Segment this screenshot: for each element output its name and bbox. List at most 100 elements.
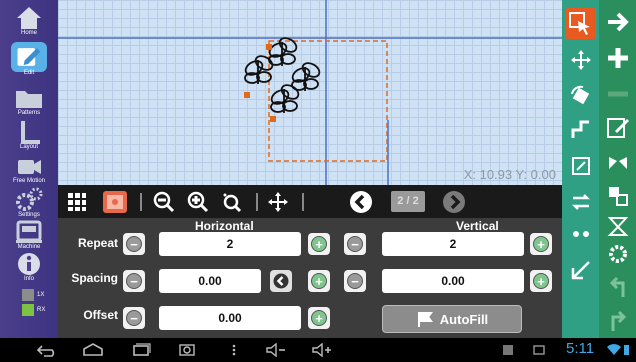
format-swatch — [22, 289, 34, 301]
edit-text-button[interactable] — [602, 112, 633, 143]
handle-left — [244, 92, 250, 98]
format-1x[interactable]: 1X — [22, 289, 44, 301]
remove-button[interactable] — [602, 78, 633, 109]
app-window: { "sidebar": { "items": [ {"label": "Hom… — [0, 0, 636, 362]
home-icon — [17, 7, 41, 29]
machine-icon — [16, 220, 42, 243]
v-repeat-decrement[interactable]: − — [344, 233, 366, 255]
next-button[interactable] — [602, 6, 633, 37]
format-rx[interactable]: RX — [22, 304, 45, 316]
chevron-left-icon — [273, 273, 289, 289]
sidebar-item-edit[interactable]: Edit — [6, 42, 52, 76]
shape-icon — [607, 216, 628, 236]
h-repeat-decrement[interactable]: − — [123, 233, 145, 255]
minus-icon: − — [347, 236, 363, 252]
home-button[interactable] — [78, 341, 108, 359]
pointer-icon — [568, 11, 590, 35]
h-spacing-decrement[interactable]: − — [123, 270, 145, 292]
zoom-in-icon — [187, 191, 209, 212]
crop-icon — [571, 156, 590, 175]
hoop-toggle[interactable] — [100, 188, 130, 215]
rotate-tool[interactable] — [565, 80, 596, 111]
points-icon — [572, 230, 589, 237]
line-tool[interactable] — [565, 254, 596, 285]
resize-tool[interactable] — [565, 114, 596, 145]
undo-button[interactable] — [602, 270, 633, 301]
previous-page-button[interactable] — [346, 188, 376, 215]
minus-icon: − — [126, 310, 142, 326]
sidebar-item-home[interactable]: Home — [6, 4, 52, 36]
h-repeat-increment[interactable]: + — [308, 233, 330, 255]
crop-tool[interactable] — [565, 150, 596, 181]
sidebar-item-free-motion[interactable]: Free Motion — [6, 152, 52, 184]
info-icon — [18, 253, 40, 275]
flip-button[interactable] — [602, 180, 633, 211]
move-tool[interactable] — [565, 44, 596, 75]
points-tool[interactable] — [565, 218, 596, 249]
group-button[interactable] — [602, 238, 633, 269]
next-page-button[interactable] — [439, 188, 469, 215]
minus-icon: − — [126, 236, 142, 252]
arrow-right-icon — [607, 12, 629, 31]
chevron-left-icon — [350, 190, 372, 213]
handle-top-left — [266, 44, 272, 50]
page-indicator: 2 / 2 — [391, 191, 425, 212]
sidebar-item-label: Free Motion — [12, 178, 45, 184]
mirror-button[interactable] — [602, 146, 633, 177]
tool-column — [562, 0, 599, 338]
add-button[interactable] — [602, 42, 633, 73]
back-icon — [36, 345, 55, 357]
design-canvas[interactable]: X: 10.93 Y: 0.00 — [58, 0, 562, 185]
h-offset-increment[interactable]: + — [308, 307, 330, 329]
redo-button[interactable] — [602, 304, 633, 335]
zoom-out-icon — [153, 191, 175, 212]
back-button[interactable] — [30, 341, 60, 359]
zoom-in-button[interactable] — [184, 188, 212, 215]
layout-icon — [21, 121, 40, 144]
window-icon — [533, 345, 545, 355]
h-repeat-field[interactable]: 2 — [159, 232, 301, 256]
zoom-fit-button[interactable] — [218, 188, 246, 215]
grid-toggle[interactable] — [64, 188, 90, 215]
action-column — [599, 0, 636, 338]
canvas-drawing — [58, 0, 562, 185]
minus-icon — [607, 91, 628, 96]
pan-button[interactable] — [264, 188, 292, 215]
toolbar-divider — [302, 193, 304, 211]
volume-down-button[interactable] — [262, 341, 290, 359]
sidebar-item-info[interactable]: Info — [6, 250, 52, 282]
v-repeat-increment[interactable]: + — [530, 233, 552, 255]
vertical-header: Vertical — [456, 219, 499, 233]
resize-icon — [571, 120, 589, 138]
hoop-icon — [103, 190, 127, 213]
v-spacing-decrement[interactable]: − — [344, 270, 366, 292]
sidebar-item-patterns[interactable]: Patterns — [6, 84, 52, 116]
sidebar-item-machine[interactable]: Machine — [6, 218, 52, 250]
v-spacing-increment[interactable]: + — [530, 270, 552, 292]
spacing-label: Spacing — [71, 271, 118, 285]
swap-tool[interactable] — [565, 186, 596, 217]
spacing-link-button[interactable] — [270, 270, 292, 292]
zoom-out-button[interactable] — [150, 188, 178, 215]
shape-button[interactable] — [602, 210, 633, 241]
recents-button[interactable] — [126, 341, 156, 359]
plus-icon: + — [311, 310, 327, 326]
h-spacing-field[interactable]: 0.00 — [159, 269, 261, 293]
edit-pencil-icon — [606, 117, 629, 138]
screenshot-button[interactable] — [174, 341, 200, 359]
sidebar-item-settings[interactable]: Settings — [6, 186, 52, 218]
h-spacing-increment[interactable]: + — [308, 270, 330, 292]
sidebar-item-layout[interactable]: Layout — [6, 118, 52, 150]
toolbar-divider — [140, 193, 142, 211]
v-repeat-field[interactable]: 2 — [382, 232, 524, 256]
select-tool[interactable] — [565, 8, 596, 39]
sidebar-item-label: Edit — [23, 70, 35, 76]
autofill-button[interactable]: AutoFill — [382, 305, 522, 333]
volume-up-button[interactable] — [308, 341, 336, 359]
gallery-notification — [500, 341, 516, 359]
sidebar-item-label: Patterns — [17, 110, 41, 116]
h-offset-field[interactable]: 0.00 — [159, 306, 301, 330]
v-spacing-field[interactable]: 0.00 — [382, 269, 524, 293]
menu-button[interactable] — [224, 341, 244, 359]
h-offset-decrement[interactable]: − — [123, 307, 145, 329]
